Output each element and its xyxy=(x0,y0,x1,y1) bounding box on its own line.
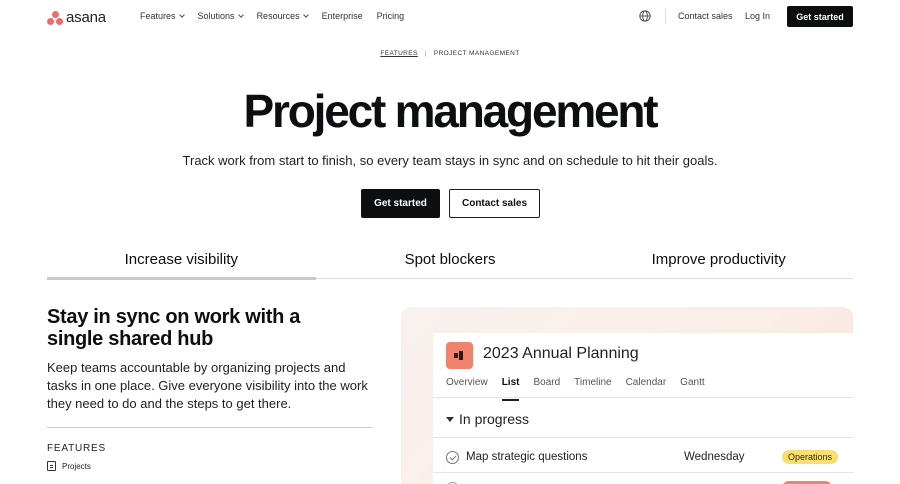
top-nav: asana Features Solutions Resources Enter… xyxy=(0,0,900,34)
nav-links: Features Solutions Resources Enterprise … xyxy=(140,11,418,21)
tab-improve-productivity[interactable]: Improve productivity xyxy=(584,249,853,278)
features-heading: FEATURES xyxy=(47,443,106,454)
chevron-down-icon xyxy=(178,11,185,18)
nav-features[interactable]: Features xyxy=(140,11,185,21)
view-tab-list[interactable]: List xyxy=(501,377,519,401)
nav-link-label: Resources xyxy=(256,11,300,21)
section-body: Keep teams accountable by organizing pro… xyxy=(47,360,368,411)
nav-solutions[interactable]: Solutions xyxy=(197,11,244,21)
asana-logo-icon xyxy=(47,10,63,25)
feature-item-projects[interactable]: Projects xyxy=(47,461,91,471)
project-title: 2023 Annual Planning xyxy=(483,345,639,362)
section-title: Stay in sync on work with a single share… xyxy=(47,306,301,350)
divider xyxy=(433,397,853,398)
tab-spot-blockers[interactable]: Spot blockers xyxy=(316,249,585,278)
hero-subtitle: Track work from start to finish, so ever… xyxy=(182,153,718,168)
task-due-date: Wednesday xyxy=(684,451,745,463)
caret-down-icon xyxy=(446,416,454,422)
divider xyxy=(433,472,853,473)
nav-log-in[interactable]: Log In xyxy=(745,11,770,21)
feature-item-label: Projects xyxy=(62,461,91,471)
check-circle-icon[interactable] xyxy=(446,450,459,464)
asana-logo[interactable]: asana xyxy=(47,9,106,26)
contact-sales-button[interactable]: Contact sales xyxy=(449,189,540,218)
breadcrumb-features-link[interactable]: FEATURES xyxy=(380,50,417,57)
logo-text: asana xyxy=(66,9,106,26)
feature-tabs: Increase visibility Spot blockers Improv… xyxy=(47,249,853,280)
chevron-down-icon xyxy=(237,11,244,18)
divider xyxy=(433,437,853,438)
view-tab-timeline[interactable]: Timeline xyxy=(574,377,611,394)
view-tab-board[interactable]: Board xyxy=(533,377,560,394)
nav-get-started-button[interactable]: Get started xyxy=(787,6,853,27)
breadcrumb: FEATURES | PROJECT MANAGEMENT xyxy=(0,50,900,57)
breadcrumb-current: PROJECT MANAGEMENT xyxy=(433,50,520,57)
nav-link-label: Solutions xyxy=(197,11,235,21)
nav-resources[interactable]: Resources xyxy=(256,11,309,21)
task-name: Map strategic questions xyxy=(466,451,588,463)
projects-icon xyxy=(47,461,56,471)
view-tab-calendar[interactable]: Calendar xyxy=(626,377,667,394)
globe-icon[interactable] xyxy=(639,10,651,22)
nav-link-label: Enterprise xyxy=(321,11,363,21)
nav-contact-sales[interactable]: Contact sales xyxy=(678,11,733,21)
task-row[interactable]: Map strategic questions Wednesday Operat… xyxy=(446,447,846,467)
section-header[interactable]: In progress xyxy=(446,411,529,427)
nav-link-label: Pricing xyxy=(376,11,405,21)
chevron-down-icon xyxy=(302,11,309,18)
page-title: Project management xyxy=(243,85,659,137)
megaphone-icon xyxy=(446,342,473,369)
task-tag-badge: Operations xyxy=(782,450,839,464)
divider xyxy=(47,427,372,428)
view-tab-gantt[interactable]: Gantt xyxy=(680,377,704,394)
project-view-tabs: Overview List Board Timeline Calendar Ga… xyxy=(446,377,719,401)
nav-link-label: Features xyxy=(140,11,176,21)
view-tab-overview[interactable]: Overview xyxy=(446,377,488,394)
tab-increase-visibility[interactable]: Increase visibility xyxy=(47,249,316,280)
breadcrumb-separator: | xyxy=(424,50,427,57)
section-label: In progress xyxy=(459,411,530,427)
project-card: 2023 Annual Planning Overview List Board… xyxy=(433,333,853,484)
get-started-button[interactable]: Get started xyxy=(361,189,440,218)
nav-pricing[interactable]: Pricing xyxy=(377,11,405,21)
nav-enterprise[interactable]: Enterprise xyxy=(322,11,363,21)
nav-divider xyxy=(665,9,666,24)
